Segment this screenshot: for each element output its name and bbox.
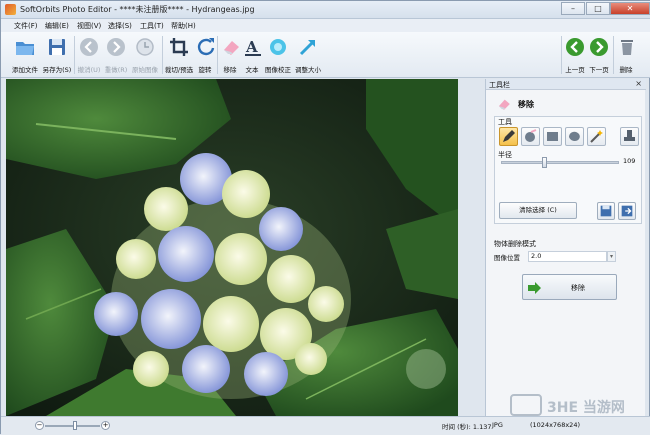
resize-button[interactable]: 调整大小 [294, 34, 322, 76]
toolbar-separator [162, 36, 163, 74]
redo-button[interactable]: 重做(R) [104, 34, 128, 76]
app-window: SoftOrbits Photo Editor - ****未注册版**** -… [0, 0, 650, 435]
menu-file[interactable]: 文件(F) [14, 21, 38, 31]
lasso-tool[interactable] [565, 127, 584, 146]
processing-time: 时间 (秒): 1.137 [442, 423, 492, 431]
toolbar-separator [217, 36, 218, 74]
toolbar-separator [561, 36, 562, 74]
image-correction-button[interactable]: 图像校正 [263, 34, 293, 76]
save-as-button[interactable]: 另存为(S) [42, 34, 72, 76]
crop-button[interactable]: 裁切/预选 [164, 34, 194, 76]
site-watermark: 3HE 当游网 [509, 393, 629, 419]
smart-brush-tool[interactable] [521, 127, 540, 146]
brush-tool[interactable] [499, 127, 518, 146]
undo-button[interactable]: 撤消(U) [77, 34, 101, 76]
radius-label: 半径 [498, 151, 512, 159]
image-format: JPG [492, 421, 503, 429]
next-page-button[interactable]: 下一页 [588, 34, 610, 76]
load-mask-icon [621, 205, 633, 217]
toolbar-separator [74, 36, 75, 74]
save-icon [49, 39, 65, 55]
add-file-button[interactable]: 添加文件 [10, 34, 40, 76]
zoom-slider-thumb[interactable] [73, 421, 77, 430]
crop-icon [170, 38, 188, 56]
undo-icon [80, 38, 98, 56]
arrow-right-icon [590, 38, 608, 56]
eraser-icon [224, 41, 239, 55]
radius-value: 109 [623, 157, 636, 165]
svg-text:A: A [245, 38, 258, 56]
object-removal-mode-label: 物体删除模式 [494, 240, 536, 248]
rect-select-tool[interactable] [543, 127, 562, 146]
close-button[interactable]: ✕ [610, 2, 650, 15]
arrow-right-icon [528, 282, 541, 294]
panel-header: 工具栏 × [486, 79, 646, 90]
tools-group: 工具 半径 109 清除选择 (C) [494, 116, 642, 224]
rectangle-select-icon [547, 132, 558, 141]
resize-arrow-icon [299, 39, 316, 56]
chevron-down-icon[interactable]: ▾ [607, 251, 616, 262]
menu-view[interactable]: 视图(V) [77, 21, 101, 31]
magic-wand-tool[interactable] [587, 127, 606, 146]
erase-section-header: 移除 [492, 96, 642, 112]
panel-close-button[interactable]: × [635, 79, 642, 88]
zoom-in-button[interactable]: + [101, 421, 110, 430]
save-mask-icon [600, 205, 612, 217]
sparkle-correction-icon [270, 39, 286, 55]
watermark-logo-icon [510, 394, 542, 416]
arrow-left-icon [566, 38, 584, 56]
image-position-select[interactable]: 2.0 [528, 251, 607, 262]
folder-open-icon [16, 42, 34, 55]
menu-bar: 文件(F) 编辑(E) 视图(V) 选择(S) 工具(T) 帮助(H) [1, 19, 650, 32]
radius-slider[interactable] [501, 157, 619, 168]
save-mask-button[interactable] [597, 202, 615, 220]
redo-icon [107, 38, 125, 56]
window-title: SoftOrbits Photo Editor - ****未注册版**** -… [20, 5, 255, 14]
eraser-icon [498, 99, 510, 110]
image-position-label: 图像位置 [494, 254, 520, 262]
toolbar: 添加文件 另存为(S) 撤消(U) 重做(R) 原始图像 裁切/预选 旋转 移除… [1, 32, 650, 78]
clear-selection-button[interactable]: 清除选择 (C) [499, 202, 577, 219]
app-logo-icon [5, 4, 16, 15]
panel-title: 工具栏 [489, 81, 510, 89]
text-tool-button[interactable]: A 文本 [242, 34, 262, 76]
restore-original-button[interactable]: 原始图像 [131, 34, 159, 76]
toolbar-separator [613, 36, 614, 74]
trash-icon [621, 40, 633, 55]
erase-tool-button[interactable]: 移除 [220, 34, 240, 76]
zoom-out-button[interactable]: − [35, 421, 44, 430]
hydrangea-photo [6, 79, 458, 416]
pencil-icon [503, 130, 515, 142]
lasso-icon [569, 131, 580, 142]
text-icon: A [245, 38, 261, 56]
menu-help[interactable]: 帮助(H) [171, 21, 196, 31]
title-bar: SoftOrbits Photo Editor - ****未注册版**** -… [1, 1, 650, 19]
load-mask-button[interactable] [618, 202, 636, 220]
prev-page-button[interactable]: 上一页 [564, 34, 586, 76]
rotate-icon [197, 38, 215, 56]
section-title: 移除 [518, 100, 534, 109]
maximize-button[interactable]: □ [586, 2, 610, 15]
tools-label: 工具 [498, 118, 512, 126]
brush-eraser-icon [525, 129, 537, 142]
delete-button[interactable]: 删除 [616, 34, 636, 76]
magic-wand-icon [590, 130, 603, 143]
clock-icon [136, 38, 154, 56]
stamp-tool[interactable] [620, 127, 639, 146]
menu-edit[interactable]: 编辑(E) [45, 21, 69, 31]
minimize-button[interactable]: – [561, 2, 585, 15]
image-canvas[interactable] [6, 79, 458, 416]
radius-slider-thumb[interactable] [542, 157, 547, 168]
image-dimensions: (1024x768x24) [530, 421, 580, 429]
menu-select[interactable]: 选择(S) [108, 21, 132, 31]
tool-panel: 工具栏 × 移除 工具 半径 109 清除选择 (C) 物体删除模式 图像位置 … [485, 79, 646, 416]
stamp-icon [624, 130, 635, 141]
rotate-button[interactable]: 旋转 [195, 34, 215, 76]
remove-button[interactable]: 移除 [522, 274, 617, 300]
menu-tools[interactable]: 工具(T) [140, 21, 164, 31]
